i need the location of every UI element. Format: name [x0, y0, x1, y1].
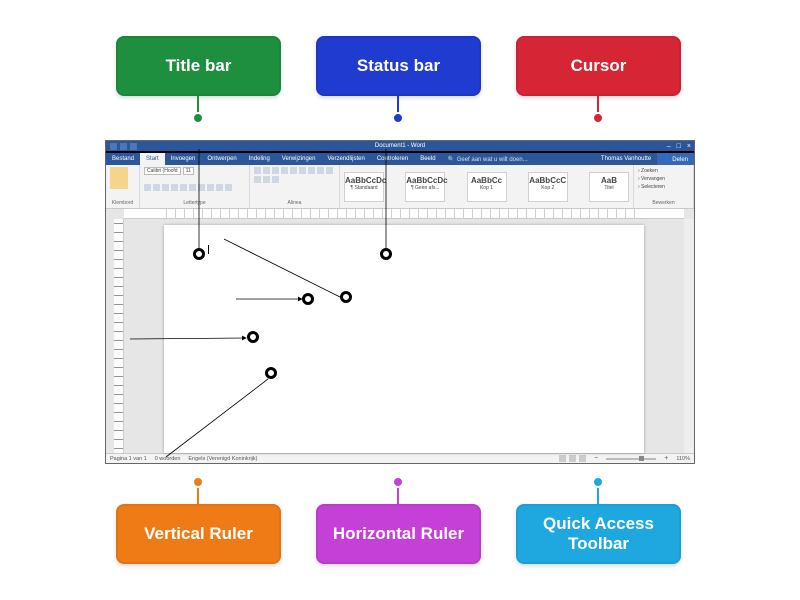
editing-vervangen[interactable]: › Vervangen: [638, 175, 689, 183]
ribbon-group-font: Calibri (Hoofd 11 Lettertype: [140, 165, 250, 208]
view-icons[interactable]: [559, 455, 586, 462]
close-icon[interactable]: ×: [687, 143, 691, 150]
status-page[interactable]: Pagina 1 van 1: [110, 456, 147, 462]
ribbon-group-styles: AaBbCcDc¶ Standaard AaBbCcDc¶ Geen afs...…: [340, 165, 634, 208]
ribbon-tabs[interactable]: BestandStartInvoegenOntwerpenIndelingVer…: [106, 153, 694, 165]
drop-target-5[interactable]: [247, 331, 259, 343]
document-area: [124, 219, 684, 453]
tab-ontwerpen[interactable]: Ontwerpen: [201, 153, 242, 165]
cursor: [208, 245, 209, 254]
editing-selecteren[interactable]: › Selecteren: [638, 183, 689, 191]
label-pin[interactable]: [592, 476, 604, 488]
word-window: Document1 - Word – □ × BestandStartInvoe…: [105, 140, 695, 464]
quick-access-toolbar[interactable]: [110, 143, 137, 150]
zoom-slider[interactable]: [606, 458, 656, 460]
window-title: Document1 - Word: [375, 143, 425, 149]
paste-icon[interactable]: [110, 167, 128, 189]
drop-target-3[interactable]: [302, 293, 314, 305]
share-button[interactable]: 👤 Delen: [657, 153, 694, 165]
signed-in-user[interactable]: Thomas Vanhoutte: [595, 153, 657, 165]
tab-verwijzingen[interactable]: Verwijzingen: [276, 153, 322, 165]
drop-target-4[interactable]: [340, 291, 352, 303]
page[interactable]: [164, 225, 644, 453]
tab-start[interactable]: Start: [140, 153, 165, 165]
vertical-scrollbar[interactable]: [684, 219, 694, 453]
ribbon-group-clipboard: Klembord: [106, 165, 140, 208]
minimize-icon[interactable]: –: [667, 143, 671, 150]
horizontal-ruler[interactable]: [124, 209, 684, 219]
tab-bestand[interactable]: Bestand: [106, 153, 140, 165]
status-bar: Pagina 1 van 1 0 woorden Engels (Verenig…: [106, 453, 694, 463]
save-icon[interactable]: [110, 143, 117, 150]
tab-beeld[interactable]: Beeld: [414, 153, 441, 165]
editing-zoeken[interactable]: › Zoeken: [638, 167, 689, 175]
status-language[interactable]: Engels (Verenigd Koninkrijk): [188, 456, 257, 462]
status-words[interactable]: 0 woorden: [155, 456, 181, 462]
style-titel[interactable]: AaBTitel: [589, 172, 629, 202]
ribbon: Klembord Calibri (Hoofd 11 Lettertype Al…: [106, 165, 694, 209]
label-pin[interactable]: [192, 112, 204, 124]
tell-me-search[interactable]: 🔍 Geef aan wat u wilt doen...: [442, 153, 595, 165]
window-controls[interactable]: – □ ×: [667, 143, 691, 150]
status-zoom[interactable]: 110%: [676, 456, 690, 462]
undo-icon[interactable]: [120, 143, 127, 150]
vertical-ruler[interactable]: [114, 219, 124, 453]
tab-verzendlijsten[interactable]: Verzendlijsten: [321, 153, 370, 165]
style--standaard[interactable]: AaBbCcDc¶ Standaard: [344, 172, 384, 202]
font-name-select[interactable]: Calibri (Hoofd: [144, 167, 181, 175]
tab-indeling[interactable]: Indeling: [243, 153, 276, 165]
drop-target-1[interactable]: [193, 248, 205, 260]
label-pin[interactable]: [392, 476, 404, 488]
drop-target-2[interactable]: [380, 248, 392, 260]
label-cursor[interactable]: Cursor: [516, 36, 681, 96]
style-kop-2[interactable]: AaBbCcCKop 2: [528, 172, 568, 202]
label-quick-access-toolbar[interactable]: Quick Access Toolbar: [516, 504, 681, 564]
tab-controleren[interactable]: Controleren: [371, 153, 414, 165]
label-pin[interactable]: [592, 112, 604, 124]
font-size-select[interactable]: 11: [183, 167, 194, 175]
label-horizontal-ruler[interactable]: Horizontal Ruler: [316, 504, 481, 564]
style-kop-1[interactable]: AaBbCcKop 1: [467, 172, 507, 202]
label-pin[interactable]: [392, 112, 404, 124]
ribbon-group-editing: › Zoeken› Vervangen› Selecteren Bewerken: [634, 165, 694, 208]
label-status-bar[interactable]: Status bar: [316, 36, 481, 96]
label-pin[interactable]: [192, 476, 204, 488]
maximize-icon[interactable]: □: [677, 143, 681, 150]
drop-target-6[interactable]: [265, 367, 277, 379]
redo-icon[interactable]: [130, 143, 137, 150]
label-vertical-ruler[interactable]: Vertical Ruler: [116, 504, 281, 564]
style--geen-afs-[interactable]: AaBbCcDc¶ Geen afs...: [405, 172, 445, 202]
ribbon-group-paragraph: Alinea: [250, 165, 340, 208]
tab-invoegen[interactable]: Invoegen: [165, 153, 202, 165]
label-title-bar[interactable]: Title bar: [116, 36, 281, 96]
title-bar: Document1 - Word – □ ×: [106, 141, 694, 153]
